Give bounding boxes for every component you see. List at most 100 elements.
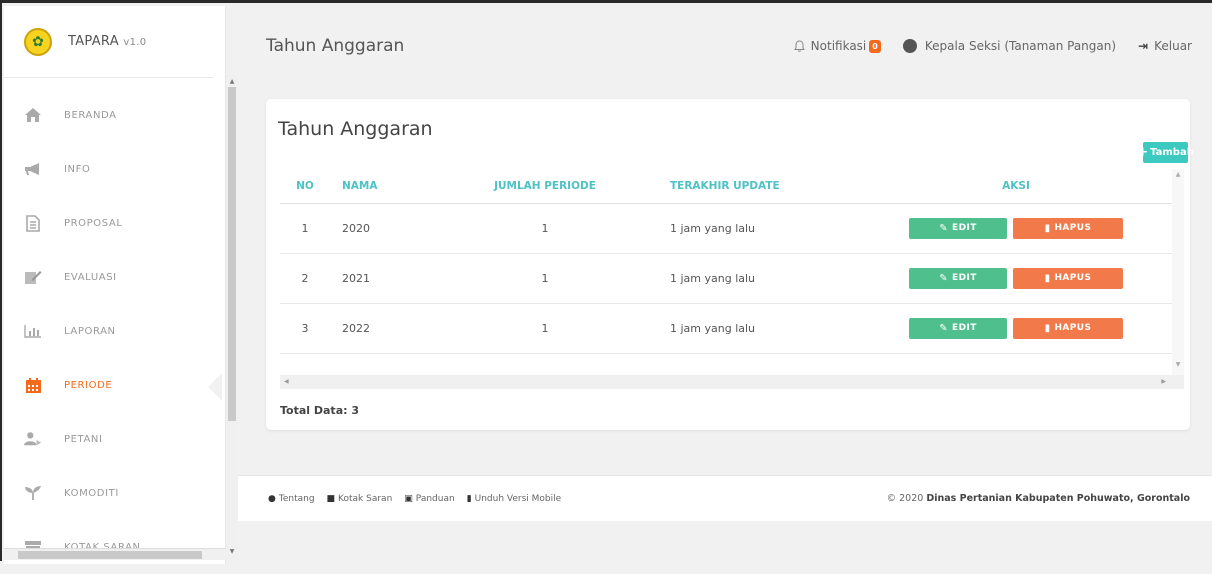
megaphone-icon [24, 160, 42, 178]
cell-aksi: ✎ EDIT ▮ HAPUS [860, 253, 1172, 304]
table-row: 1 2020 1 1 jam yang lalu ✎ EDIT ▮ HAPUS [280, 203, 1172, 254]
scrollbar-thumb[interactable] [18, 551, 202, 559]
logout-button[interactable]: ⇥ Keluar [1138, 39, 1192, 53]
table-vertical-scrollbar[interactable]: ▲ ▼ [1172, 169, 1184, 375]
cell-terakhir-update: 1 jam yang lalu [640, 253, 860, 304]
budget-year-card: Tahun Anggaran + Tambah NO NAMA JUMLAH P… [266, 99, 1194, 430]
sidebar-item-kotak-saran[interactable]: KOTAK SARAN [4, 520, 214, 574]
cell-aksi: ✎ EDIT ▮ HAPUS [860, 303, 1172, 354]
bell-icon [793, 40, 805, 52]
top-header: Tahun Anggaran Notifikasi 0 Kepala Seksi… [238, 6, 1212, 90]
sidebar-item-label: PROPOSAL [64, 217, 123, 229]
footer-link-label: Panduan [415, 493, 455, 504]
edit-icon: ✎ [939, 222, 949, 234]
brand[interactable]: ✿ TAPARA v1.0 [4, 6, 213, 78]
sidebar-item-info[interactable]: INFO [4, 142, 214, 196]
scrollbar-thumb[interactable] [228, 87, 236, 421]
sidebar-item-beranda[interactable]: BERANDA [4, 88, 214, 142]
sidebar-item-komoditi[interactable]: KOMODITI [4, 466, 214, 520]
footer-link-label: Kotak Saran [338, 493, 393, 504]
cell-jumlah-periode: 1 [450, 303, 640, 354]
sidebar-item-label: EVALUASI [64, 271, 117, 283]
cell-terakhir-update: 1 jam yang lalu [640, 203, 860, 254]
scroll-down-icon[interactable]: ▼ [226, 547, 238, 557]
footer-link-label: Unduh Versi Mobile [474, 493, 562, 504]
delete-button[interactable]: ▮ HAPUS [1013, 317, 1123, 339]
sidebar-item-periode[interactable]: PERIODE [4, 358, 222, 412]
app-window: ✿ TAPARA v1.0 BERANDA INFO PROPOSAL EVAL… [0, 0, 1212, 564]
trash-icon: ▮ [1044, 322, 1051, 334]
edit-icon: ✎ [939, 272, 949, 284]
sidebar-item-label: BERANDA [64, 109, 117, 121]
scroll-right-icon[interactable]: ▶ [1161, 375, 1166, 389]
sidebar-item-label: INFO [64, 163, 91, 175]
footer-link-tentang[interactable]: ● Tentang [268, 494, 315, 504]
trash-icon: ▮ [1044, 272, 1051, 284]
sidebar-item-laporan[interactable]: LAPORAN [4, 304, 214, 358]
cell-aksi: ✎ EDIT ▮ HAPUS [860, 203, 1172, 254]
edit-button[interactable]: ✎ EDIT [909, 317, 1007, 339]
page-title: Tahun Anggaran [266, 36, 405, 56]
table-horizontal-scrollbar[interactable]: ◀ ▶ [280, 375, 1184, 389]
brand-logo-icon: ✿ [24, 27, 52, 56]
sidebar-item-proposal[interactable]: PROPOSAL [4, 196, 214, 250]
sidebar-item-label: LAPORAN [64, 325, 116, 337]
info-icon: ● [268, 493, 276, 504]
column-header-terakhir-update: TERAKHIR UPDATE [640, 169, 860, 204]
logout-icon: ⇥ [1138, 39, 1149, 53]
calendar-icon [24, 376, 42, 394]
cell-jumlah-periode: 1 [450, 203, 640, 254]
sidebar-horizontal-scrollbar[interactable] [4, 548, 226, 560]
sidebar-item-petani[interactable]: PETANI [4, 412, 214, 466]
add-button[interactable]: + Tambah [1137, 142, 1194, 163]
sidebar-item-label: KOMODITI [64, 487, 119, 499]
cell-nama: 2022 [330, 303, 450, 354]
footer-link-kotak-saran[interactable]: ■ Kotak Saran [327, 494, 393, 504]
cell-jumlah-periode: 1 [450, 253, 640, 304]
edit-button-label: EDIT [952, 273, 977, 283]
table-row: 3 2022 1 1 jam yang lalu ✎ EDIT ▮ HAPUS [280, 303, 1172, 354]
delete-button-label: HAPUS [1054, 323, 1092, 333]
delete-button-label: HAPUS [1054, 273, 1092, 283]
edit-button-label: EDIT [952, 323, 977, 333]
scroll-down-icon[interactable]: ▼ [1172, 361, 1184, 368]
cell-no: 1 [280, 203, 330, 254]
edit-icon: ✎ [939, 322, 949, 334]
sidebar-vertical-scrollbar[interactable]: ▲ ▼ [226, 75, 238, 561]
sidebar-menu: BERANDA INFO PROPOSAL EVALUASI LAPORAN P… [4, 88, 222, 574]
delete-button[interactable]: ▮ HAPUS [1013, 217, 1123, 239]
user-circle-icon [902, 39, 917, 53]
total-data-label: Total Data: 3 [280, 404, 359, 417]
sidebar-item-evaluasi[interactable]: EVALUASI [4, 250, 214, 304]
user-menu[interactable]: Kepala Seksi (Tanaman Pangan) [902, 39, 1117, 53]
edit-icon [24, 268, 42, 286]
bar-chart-icon [24, 322, 42, 340]
copyright-prefix: © 2020 [886, 493, 924, 504]
edit-button[interactable]: ✎ EDIT [909, 267, 1007, 289]
footer-link-unduh-mobile[interactable]: ▮ Unduh Versi Mobile [467, 494, 562, 504]
home-icon [24, 106, 42, 124]
user-label: Kepala Seksi (Tanaman Pangan) [924, 39, 1117, 53]
sidebar-item-label: PETANI [64, 433, 103, 445]
scroll-up-icon[interactable]: ▲ [1172, 171, 1184, 178]
scroll-left-icon[interactable]: ◀ [284, 375, 289, 389]
cell-no: 3 [280, 303, 330, 354]
cell-nama: 2021 [330, 253, 450, 304]
notification-button[interactable]: Notifikasi 0 [793, 39, 881, 53]
cell-no: 2 [280, 253, 330, 304]
footer: ● Tentang ■ Kotak Saran ▣ Panduan ▮ Unduh Ve… [238, 475, 1212, 521]
table-header-row: NO NAMA JUMLAH PERIODE TERAKHIR UPDATE A… [280, 169, 1172, 204]
users-icon [24, 430, 42, 448]
trash-icon: ▮ [1044, 222, 1051, 234]
budget-year-table: NO NAMA JUMLAH PERIODE TERAKHIR UPDATE A… [280, 169, 1172, 354]
notification-label: Notifikasi [810, 39, 867, 53]
logout-label: Keluar [1154, 39, 1192, 53]
footer-link-panduan[interactable]: ▣ Panduan [404, 494, 454, 504]
delete-button[interactable]: ▮ HAPUS [1013, 267, 1123, 289]
edit-button[interactable]: ✎ EDIT [909, 217, 1007, 239]
sidebar: ✿ TAPARA v1.0 BERANDA INFO PROPOSAL EVAL… [4, 6, 226, 564]
column-header-jumlah-periode: JUMLAH PERIODE [450, 169, 640, 204]
scroll-up-icon[interactable]: ▲ [226, 77, 238, 87]
footer-link-label: Tentang [278, 493, 315, 504]
column-header-aksi: AKSI [860, 169, 1172, 204]
